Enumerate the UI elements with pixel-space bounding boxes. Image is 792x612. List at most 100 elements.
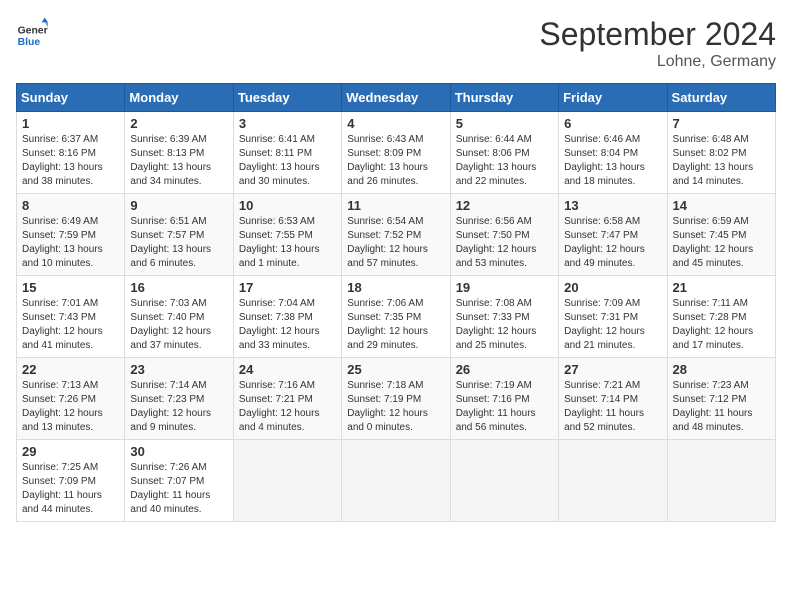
header-day-friday: Friday xyxy=(559,84,667,112)
day-info: Sunrise: 7:23 AMSunset: 7:12 PMDaylight:… xyxy=(673,379,770,435)
header-day-thursday: Thursday xyxy=(450,84,558,112)
day-info: Sunrise: 6:37 AMSunset: 8:16 PMDaylight:… xyxy=(22,133,119,189)
day-info: Sunrise: 6:53 AMSunset: 7:55 PMDaylight:… xyxy=(239,215,336,271)
day-info: Sunrise: 6:59 AMSunset: 7:45 PMDaylight:… xyxy=(673,215,770,271)
day-number: 16 xyxy=(130,280,227,295)
day-info: Sunrise: 7:14 AMSunset: 7:23 PMDaylight:… xyxy=(130,379,227,435)
logo: General Blue xyxy=(16,16,48,48)
svg-text:General: General xyxy=(18,26,48,37)
calendar-day-20: 20Sunrise: 7:09 AMSunset: 7:31 PMDayligh… xyxy=(559,276,667,358)
calendar-day-11: 11 Sunrise: 6:54 AMSunset: 7:52 PMDayligh… xyxy=(342,194,450,276)
header-day-wednesday: Wednesday xyxy=(342,84,450,112)
calendar-day-27: 27 Sunrise: 7:21 AMSunset: 7:14 PMDayligh… xyxy=(559,358,667,440)
day-number: 8 xyxy=(22,198,119,213)
calendar-day-30: 30Sunrise: 7:26 AMSunset: 7:07 PMDayligh… xyxy=(125,440,233,522)
header-day-saturday: Saturday xyxy=(667,84,775,112)
calendar-day-12: 12 Sunrise: 6:56 AMSunset: 7:50 PMDayligh… xyxy=(450,194,558,276)
calendar-week-1: 1 Sunrise: 6:37 AMSunset: 8:16 PMDaylight… xyxy=(17,112,776,194)
calendar-day-22: 22 Sunrise: 7:13 AMSunset: 7:26 PMDayligh… xyxy=(17,358,125,440)
day-info: Sunrise: 7:13 AMSunset: 7:26 PMDaylight:… xyxy=(22,379,119,435)
calendar-week-2: 8 Sunrise: 6:49 AMSunset: 7:59 PMDaylight… xyxy=(17,194,776,276)
calendar-day-3: 3 Sunrise: 6:41 AMSunset: 8:11 PMDaylight… xyxy=(233,112,341,194)
calendar-day-28: 28 Sunrise: 7:23 AMSunset: 7:12 PMDayligh… xyxy=(667,358,775,440)
header-day-tuesday: Tuesday xyxy=(233,84,341,112)
calendar-day-empty xyxy=(667,440,775,522)
day-info: Sunrise: 7:18 AMSunset: 7:19 PMDaylight:… xyxy=(347,379,444,435)
calendar-day-15: 15 Sunrise: 7:01 AMSunset: 7:43 PMDayligh… xyxy=(17,276,125,358)
day-info: Sunrise: 7:25 AMSunset: 7:09 PMDaylight:… xyxy=(22,461,119,517)
day-info: Sunrise: 6:58 AMSunset: 7:47 PMDaylight:… xyxy=(564,215,661,271)
calendar-day-2: 2Sunrise: 6:39 AMSunset: 8:13 PMDaylight… xyxy=(125,112,233,194)
calendar-day-8: 8 Sunrise: 6:49 AMSunset: 7:59 PMDaylight… xyxy=(17,194,125,276)
calendar-day-26: 26Sunrise: 7:19 AMSunset: 7:16 PMDayligh… xyxy=(450,358,558,440)
calendar-day-5: 5 Sunrise: 6:44 AMSunset: 8:06 PMDaylight… xyxy=(450,112,558,194)
calendar-day-empty xyxy=(342,440,450,522)
day-info: Sunrise: 7:04 AMSunset: 7:38 PMDaylight:… xyxy=(239,297,336,353)
month-year: September 2024 xyxy=(539,16,776,53)
day-number: 25 xyxy=(347,362,444,377)
day-number: 27 xyxy=(564,362,661,377)
calendar-week-4: 22 Sunrise: 7:13 AMSunset: 7:26 PMDayligh… xyxy=(17,358,776,440)
header-day-monday: Monday xyxy=(125,84,233,112)
day-number: 28 xyxy=(673,362,770,377)
calendar-day-21: 21 Sunrise: 7:11 AMSunset: 7:28 PMDayligh… xyxy=(667,276,775,358)
svg-text:Blue: Blue xyxy=(18,37,41,48)
day-info: Sunrise: 7:21 AMSunset: 7:14 PMDaylight:… xyxy=(564,379,661,435)
day-number: 4 xyxy=(347,116,444,131)
day-number: 14 xyxy=(673,198,770,213)
day-info: Sunrise: 6:43 AMSunset: 8:09 PMDaylight:… xyxy=(347,133,444,189)
day-info: Sunrise: 6:46 AMSunset: 8:04 PMDaylight:… xyxy=(564,133,661,189)
day-number: 30 xyxy=(130,444,227,459)
day-info: Sunrise: 7:08 AMSunset: 7:33 PMDaylight:… xyxy=(456,297,553,353)
day-number: 5 xyxy=(456,116,553,131)
day-number: 1 xyxy=(22,116,119,131)
calendar-week-3: 15 Sunrise: 7:01 AMSunset: 7:43 PMDayligh… xyxy=(17,276,776,358)
title-block: September 2024 Lohne, Germany xyxy=(539,16,776,71)
day-info: Sunrise: 6:51 AMSunset: 7:57 PMDaylight:… xyxy=(130,215,227,271)
calendar-day-empty xyxy=(233,440,341,522)
header-row: SundayMondayTuesdayWednesdayThursdayFrid… xyxy=(17,84,776,112)
day-number: 7 xyxy=(673,116,770,131)
day-number: 17 xyxy=(239,280,336,295)
location: Lohne, Germany xyxy=(539,53,776,71)
calendar-day-1: 1 Sunrise: 6:37 AMSunset: 8:16 PMDaylight… xyxy=(17,112,125,194)
day-number: 11 xyxy=(347,198,444,213)
day-number: 22 xyxy=(22,362,119,377)
calendar-table: SundayMondayTuesdayWednesdayThursdayFrid… xyxy=(16,83,776,522)
day-number: 18 xyxy=(347,280,444,295)
day-info: Sunrise: 7:03 AMSunset: 7:40 PMDaylight:… xyxy=(130,297,227,353)
calendar-day-17: 17 Sunrise: 7:04 AMSunset: 7:38 PMDayligh… xyxy=(233,276,341,358)
day-number: 3 xyxy=(239,116,336,131)
calendar-day-25: 25 Sunrise: 7:18 AMSunset: 7:19 PMDayligh… xyxy=(342,358,450,440)
day-info: Sunrise: 6:54 AMSunset: 7:52 PMDaylight:… xyxy=(347,215,444,271)
day-number: 10 xyxy=(239,198,336,213)
calendar-day-empty xyxy=(559,440,667,522)
day-info: Sunrise: 7:11 AMSunset: 7:28 PMDaylight:… xyxy=(673,297,770,353)
calendar-week-5: 29Sunrise: 7:25 AMSunset: 7:09 PMDayligh… xyxy=(17,440,776,522)
day-info: Sunrise: 6:49 AMSunset: 7:59 PMDaylight:… xyxy=(22,215,119,271)
day-info: Sunrise: 6:41 AMSunset: 8:11 PMDaylight:… xyxy=(239,133,336,189)
day-info: Sunrise: 6:44 AMSunset: 8:06 PMDaylight:… xyxy=(456,133,553,189)
day-number: 21 xyxy=(673,280,770,295)
calendar-day-14: 14 Sunrise: 6:59 AMSunset: 7:45 PMDayligh… xyxy=(667,194,775,276)
day-number: 26 xyxy=(456,362,553,377)
calendar-day-6: 6Sunrise: 6:46 AMSunset: 8:04 PMDaylight… xyxy=(559,112,667,194)
day-number: 12 xyxy=(456,198,553,213)
day-info: Sunrise: 7:06 AMSunset: 7:35 PMDaylight:… xyxy=(347,297,444,353)
logo-icon: General Blue xyxy=(16,16,48,48)
day-number: 9 xyxy=(130,198,227,213)
calendar-day-16: 16 Sunrise: 7:03 AMSunset: 7:40 PMDayligh… xyxy=(125,276,233,358)
day-info: Sunrise: 7:16 AMSunset: 7:21 PMDaylight:… xyxy=(239,379,336,435)
day-info: Sunrise: 7:01 AMSunset: 7:43 PMDaylight:… xyxy=(22,297,119,353)
day-info: Sunrise: 6:48 AMSunset: 8:02 PMDaylight:… xyxy=(673,133,770,189)
day-number: 15 xyxy=(22,280,119,295)
day-info: Sunrise: 6:56 AMSunset: 7:50 PMDaylight:… xyxy=(456,215,553,271)
day-number: 23 xyxy=(130,362,227,377)
page-header: General Blue September 2024 Lohne, Germa… xyxy=(16,16,776,71)
calendar-day-4: 4 Sunrise: 6:43 AMSunset: 8:09 PMDaylight… xyxy=(342,112,450,194)
day-number: 24 xyxy=(239,362,336,377)
day-number: 2 xyxy=(130,116,227,131)
calendar-day-7: 7 Sunrise: 6:48 AMSunset: 8:02 PMDaylight… xyxy=(667,112,775,194)
calendar-day-10: 10 Sunrise: 6:53 AMSunset: 7:55 PMDayligh… xyxy=(233,194,341,276)
header-day-sunday: Sunday xyxy=(17,84,125,112)
